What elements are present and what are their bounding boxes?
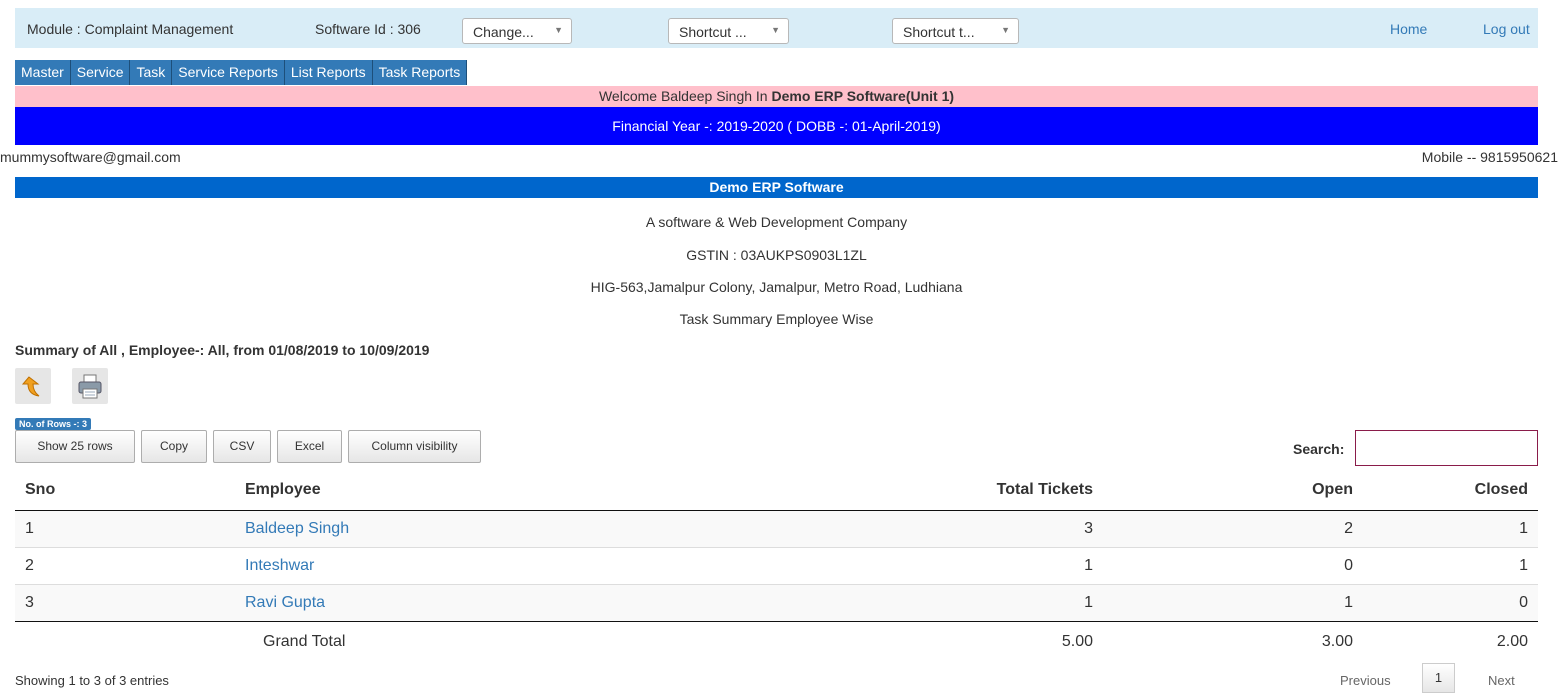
- employee-task-table: Sno Employee Total Tickets Open Closed 1…: [15, 470, 1538, 662]
- column-header-closed[interactable]: Closed: [1363, 470, 1538, 511]
- table-row: 2 Inteshwar 1 0 1: [15, 547, 1538, 585]
- rows-count-badge: No. of Rows -: 3: [15, 418, 91, 430]
- cell-closed: 0: [1363, 584, 1538, 622]
- table-row: 1 Baldeep Singh 3 2 1: [15, 510, 1538, 548]
- main-menu: Master Service Task Service Reports List…: [15, 60, 468, 85]
- show-rows-button[interactable]: Show 25 rows: [15, 430, 135, 463]
- excel-button[interactable]: Excel: [277, 430, 342, 463]
- grand-total-row: Grand Total 5.00 3.00 2.00: [15, 622, 1538, 663]
- report-title: Task Summary Employee Wise: [679, 311, 874, 327]
- cell-closed: 1: [1363, 547, 1538, 585]
- menu-item-master[interactable]: Master: [15, 60, 71, 85]
- chevron-down-icon: ▼: [771, 25, 780, 35]
- table-header-row: Sno Employee Total Tickets Open Closed: [15, 470, 1538, 511]
- cell-empty: [15, 622, 235, 663]
- report-summary: Summary of All , Employee-: All, from 01…: [15, 342, 430, 358]
- home-link[interactable]: Home: [1390, 21, 1427, 37]
- cell-sno: 1: [15, 510, 235, 548]
- contact-mobile: Mobile -- 9815950621: [1421, 149, 1558, 165]
- logout-link[interactable]: Log out: [1483, 21, 1530, 37]
- cell-open: 1: [1103, 584, 1363, 622]
- change-select-value: Change...: [473, 24, 534, 40]
- menu-item-task-reports[interactable]: Task Reports: [372, 60, 468, 85]
- software-id-label: Software Id : 306: [315, 21, 421, 37]
- shortcut-select-1-value: Shortcut ...: [679, 24, 747, 40]
- column-header-total-tickets[interactable]: Total Tickets: [793, 470, 1103, 511]
- grand-total-label: Grand Total: [263, 633, 346, 650]
- company-gstin: GSTIN : 03AUKPS0903L1ZL: [686, 247, 867, 263]
- undo-arrow-icon: [21, 376, 40, 397]
- top-bar: Module : Complaint Management Software I…: [15, 8, 1538, 48]
- copy-button[interactable]: Copy: [141, 430, 207, 463]
- next-page-button[interactable]: Next: [1488, 673, 1515, 688]
- cell-sno: 3: [15, 584, 235, 622]
- printer-icon: [78, 374, 102, 399]
- company-address: HIG-563,Jamalpur Colony, Jamalpur, Metro…: [590, 279, 963, 295]
- grand-total-tickets: 5.00: [1061, 633, 1093, 650]
- shortcut-select-2[interactable]: Shortcut t... ▼: [892, 18, 1019, 44]
- back-button[interactable]: [15, 368, 51, 404]
- previous-page-button[interactable]: Previous: [1340, 673, 1391, 688]
- cell-open: 2: [1103, 510, 1363, 548]
- cell-total-tickets: 1: [793, 547, 1103, 585]
- grand-total-closed: 2.00: [1496, 633, 1528, 650]
- menu-item-task[interactable]: Task: [130, 60, 173, 85]
- csv-button[interactable]: CSV: [213, 430, 271, 463]
- contact-email: mummysoftware@gmail.com: [0, 149, 181, 165]
- table-row: 3 Ravi Gupta 1 1 0: [15, 584, 1538, 622]
- menu-item-service[interactable]: Service: [70, 60, 131, 85]
- chevron-down-icon: ▼: [1001, 25, 1010, 35]
- company-name-bar: Demo ERP Software: [15, 177, 1538, 198]
- cell-closed: 1: [1363, 510, 1538, 548]
- cell-total-tickets: 3: [793, 510, 1103, 548]
- welcome-banner: Welcome Baldeep Singh In Demo ERP Softwa…: [15, 86, 1538, 107]
- column-visibility-button[interactable]: Column visibility: [348, 430, 481, 463]
- column-header-employee[interactable]: Employee: [235, 470, 793, 511]
- column-header-open[interactable]: Open: [1103, 470, 1363, 511]
- cell-total-tickets: 1: [793, 584, 1103, 622]
- chevron-down-icon: ▼: [554, 25, 563, 35]
- search-input[interactable]: [1355, 430, 1538, 466]
- page-1-button[interactable]: 1: [1422, 663, 1455, 693]
- menu-item-list-reports[interactable]: List Reports: [284, 60, 373, 85]
- menu-item-service-reports[interactable]: Service Reports: [172, 60, 285, 85]
- company-tagline: A software & Web Development Company: [645, 214, 908, 230]
- shortcut-select-1[interactable]: Shortcut ... ▼: [668, 18, 789, 44]
- shortcut-select-2-value: Shortcut t...: [903, 24, 975, 40]
- cell-employee: Ravi Gupta: [235, 584, 793, 622]
- welcome-company: Demo ERP Software(Unit 1): [771, 88, 955, 104]
- module-label: Module : Complaint Management: [27, 21, 234, 37]
- employee-link[interactable]: Inteshwar: [245, 557, 314, 574]
- change-select[interactable]: Change... ▼: [462, 18, 572, 44]
- financial-year-banner: Financial Year -: 2019-2020 ( DOBB -: 01…: [15, 107, 1538, 145]
- column-header-sno[interactable]: Sno: [15, 470, 235, 511]
- cell-sno: 2: [15, 547, 235, 585]
- cell-open: 0: [1103, 547, 1363, 585]
- cell-employee: Inteshwar: [235, 547, 793, 585]
- cell-employee: Baldeep Singh: [235, 510, 793, 548]
- search-label: Search:: [1293, 441, 1345, 457]
- entries-info: Showing 1 to 3 of 3 entries: [15, 673, 169, 688]
- employee-link[interactable]: Baldeep Singh: [245, 520, 349, 537]
- welcome-text: Welcome Baldeep Singh In: [598, 88, 772, 104]
- employee-link[interactable]: Ravi Gupta: [245, 594, 325, 611]
- grand-total-open: 3.00: [1321, 633, 1353, 650]
- print-button[interactable]: [72, 368, 108, 404]
